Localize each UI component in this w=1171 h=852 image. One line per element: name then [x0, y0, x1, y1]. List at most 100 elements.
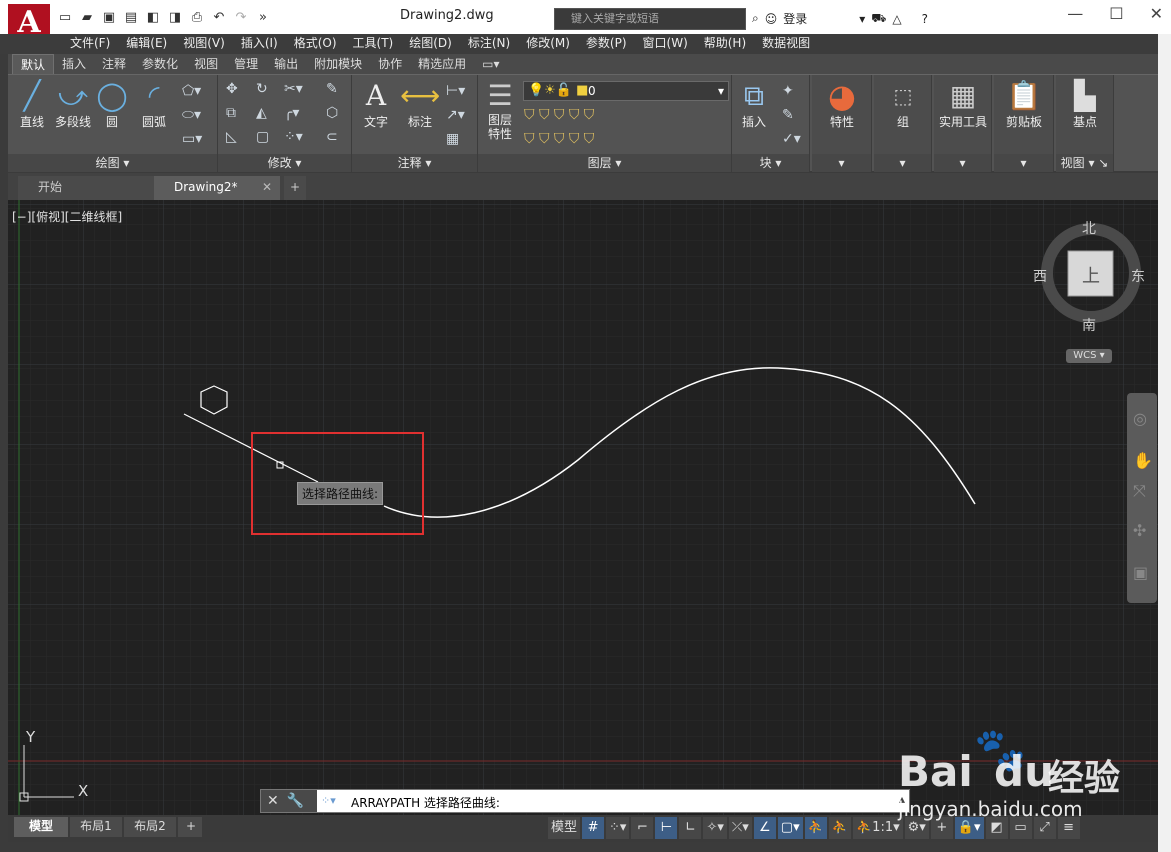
menu-tools[interactable]: 工具(T): [345, 34, 402, 54]
layer-tools-row2-icon[interactable]: ⛉ ⛉ ⛉ ⛉ ⛉: [524, 131, 594, 147]
viewcube-south[interactable]: 南: [1082, 315, 1096, 335]
tab-addins[interactable]: 附加模块: [306, 54, 370, 74]
binoculars-icon[interactable]: ⌕: [752, 11, 759, 26]
create-block-icon[interactable]: ✦: [782, 83, 794, 99]
panel-group-expand[interactable]: ▾: [874, 154, 931, 172]
layer-tools-row1-icon[interactable]: ⛉ ⛉ ⛉ ⛉ ⛉: [524, 107, 594, 123]
linear-dim-icon[interactable]: ⊢▾: [446, 83, 465, 99]
grid-toggle-icon[interactable]: #: [582, 817, 605, 839]
isometric-icon[interactable]: ⤫▾: [728, 817, 752, 839]
insert-block-button[interactable]: ⧉ 插入: [734, 79, 774, 130]
tab-model[interactable]: 模型: [14, 817, 68, 837]
overflow-icon[interactable]: »: [254, 9, 272, 27]
orbit-icon[interactable]: ✣: [1133, 521, 1146, 540]
user-icon[interactable]: ☺: [765, 12, 778, 26]
search-input[interactable]: 键入关键字或短语: [554, 8, 746, 30]
scale-icon[interactable]: ▢: [256, 129, 269, 145]
menu-help[interactable]: 帮助(H): [696, 34, 754, 54]
menu-dataview[interactable]: 数据视图: [754, 34, 818, 54]
annotation-scale-icon[interactable]: ⛹1:1▾: [852, 817, 903, 839]
object-snap-icon[interactable]: ▢▾: [777, 817, 803, 839]
viewcube-north[interactable]: 北: [1082, 218, 1096, 238]
panel-draw-title[interactable]: 绘图 ▾: [8, 154, 217, 172]
tab-drawing2[interactable]: Drawing2* ✕: [154, 176, 280, 200]
minimize-icon[interactable]: —: [1067, 4, 1083, 23]
a360-icon[interactable]: △: [892, 12, 901, 26]
tab-start[interactable]: 开始: [18, 176, 154, 200]
infer-constraints-icon[interactable]: ⌐: [631, 817, 654, 839]
explode-icon[interactable]: ⬡: [326, 105, 338, 121]
table-icon[interactable]: ▦: [446, 131, 459, 147]
menu-format[interactable]: 格式(O): [286, 34, 345, 54]
annotation-visibility-icon[interactable]: ⛹: [804, 817, 827, 839]
leader-icon[interactable]: ↗▾: [446, 107, 465, 123]
copy-icon[interactable]: ⧉: [226, 105, 236, 121]
viewport-controls[interactable]: [−][俯视][二维线框]: [12, 208, 122, 225]
menu-parametric[interactable]: 参数(P): [578, 34, 635, 54]
menu-window[interactable]: 窗口(W): [635, 34, 696, 54]
rectangle-icon[interactable]: ▭▾: [182, 131, 202, 147]
utilities-button[interactable]: ▦ 实用工具: [936, 79, 990, 130]
menu-file[interactable]: 文件(F): [62, 34, 118, 54]
maximize-icon[interactable]: ☐: [1109, 4, 1123, 23]
fillet-icon[interactable]: ╭▾: [284, 105, 299, 121]
menu-modify[interactable]: 修改(M): [518, 34, 578, 54]
move-icon[interactable]: ✥: [226, 81, 238, 97]
add-layout-button[interactable]: +: [178, 817, 202, 837]
ortho-icon[interactable]: ∟: [679, 817, 702, 839]
text-tool-button[interactable]: A 文字: [358, 79, 394, 130]
tab-view[interactable]: 视图: [186, 54, 226, 74]
viewcube-west[interactable]: 西: [1033, 266, 1047, 286]
help-icon[interactable]: ?: [922, 12, 928, 26]
cart-icon[interactable]: ⛟: [871, 11, 886, 27]
arc-tool-button[interactable]: ◜ 圆弧: [136, 79, 172, 130]
polar-icon[interactable]: ✧▾: [703, 817, 727, 839]
tab-collaborate[interactable]: 协作: [370, 54, 410, 74]
panel-clipboard-expand[interactable]: ▾: [994, 154, 1053, 172]
dimension-tool-button[interactable]: ⟷ 标注: [400, 79, 440, 130]
ribbon-options-icon[interactable]: ▭▾: [474, 54, 507, 74]
object-snap-tracking-icon[interactable]: ∠: [753, 817, 776, 839]
clipboard-button[interactable]: 📋 剪贴板: [998, 79, 1050, 130]
panel-properties-expand[interactable]: ▾: [812, 154, 871, 172]
drawing-svg[interactable]: [8, 200, 1158, 815]
new-tab-button[interactable]: +: [284, 176, 306, 200]
login-button[interactable]: 登录: [783, 10, 807, 27]
menu-insert[interactable]: 插入(I): [233, 34, 286, 54]
block-attrib-icon[interactable]: ✓▾: [782, 131, 801, 147]
base-point-button[interactable]: ▙ 基点: [1060, 79, 1110, 130]
auto-scale-icon[interactable]: ⛹: [828, 817, 851, 839]
group-button[interactable]: ⬚ 组: [880, 79, 926, 130]
offset-icon[interactable]: ⊂: [326, 129, 338, 145]
panel-block-title[interactable]: 块 ▾: [732, 154, 809, 172]
polyline-tool-button[interactable]: ⤻ 多段线: [50, 79, 96, 130]
chevron-down-icon[interactable]: ▾: [859, 12, 865, 26]
panel-utilities-expand[interactable]: ▾: [934, 154, 991, 172]
web-save-icon[interactable]: ◨: [166, 9, 184, 27]
customize-wrench-icon[interactable]: 🔧: [287, 793, 304, 809]
viewcube-top-face[interactable]: 上: [1082, 262, 1100, 288]
panel-view-title[interactable]: 视图 ▾ ↘: [1056, 154, 1113, 172]
tab-parametric[interactable]: 参数化: [134, 54, 186, 74]
showmotion-icon[interactable]: ▣: [1133, 563, 1148, 582]
open-folder-icon[interactable]: ▰: [78, 9, 96, 27]
undo-icon[interactable]: ↶: [210, 9, 228, 27]
menu-view[interactable]: 视图(V): [175, 34, 233, 54]
command-line-text[interactable]: ARRAYPATH 选择路径曲线:: [351, 794, 500, 811]
tab-output[interactable]: 输出: [266, 54, 306, 74]
layer-properties-button[interactable]: ☰ 图层 特性: [482, 79, 518, 141]
close-icon[interactable]: ✕: [1150, 4, 1163, 23]
pan-icon[interactable]: ✋: [1133, 451, 1153, 470]
redo-icon[interactable]: ↷: [232, 9, 250, 27]
mirror-icon[interactable]: ◭: [256, 105, 267, 121]
close-icon[interactable]: ✕: [267, 793, 279, 809]
properties-button[interactable]: ◕ 特性: [818, 79, 866, 130]
zoom-extents-icon[interactable]: ⤧: [1133, 481, 1146, 501]
tab-insert[interactable]: 插入: [54, 54, 94, 74]
trim-icon[interactable]: ✂▾: [284, 81, 303, 97]
viewcube-east[interactable]: 东: [1131, 266, 1145, 286]
viewcube[interactable]: 北 西 东 南 上 WCS ▾: [1032, 217, 1150, 367]
edit-block-icon[interactable]: ✎: [782, 107, 794, 123]
erase-icon[interactable]: ✎: [326, 81, 338, 97]
panel-annotation-title[interactable]: 注释 ▾: [352, 154, 477, 172]
